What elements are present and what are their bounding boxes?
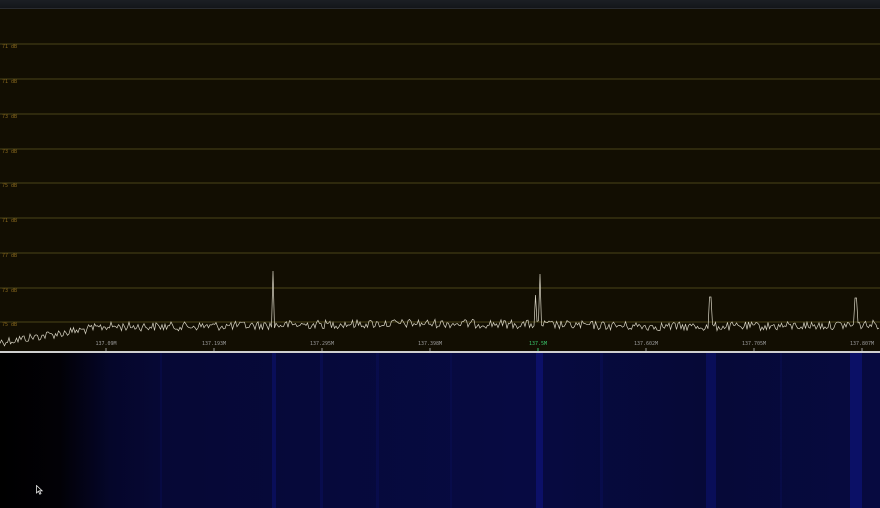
waterfall-display[interactable] [0, 353, 880, 508]
db-label: 77 dB [2, 253, 17, 259]
waterfall-signal-stripe [450, 353, 452, 508]
db-label: 75 dB [2, 183, 17, 189]
center-frequency-label: 137.5M [529, 341, 547, 347]
db-label: 73 dB [2, 149, 17, 155]
waterfall-stripes [160, 353, 862, 508]
spectrum-trace [0, 270, 880, 347]
frequency-label: 137.09M [95, 341, 116, 347]
spectrum-plot[interactable]: 71 dB 71 dB 73 dB 73 dB 75 dB 71 dB 77 d… [0, 9, 880, 352]
waterfall-signal-stripe [376, 353, 379, 508]
waterfall-signal-stripe [320, 353, 323, 508]
frequency-label: 137.193M [202, 341, 226, 347]
frequency-label: 137.602M [634, 341, 658, 347]
db-label: 73 dB [2, 114, 17, 120]
waterfall-signal-stripe [780, 353, 782, 508]
db-label: 73 dB [2, 288, 17, 294]
frequency-label: 137.705M [742, 341, 766, 347]
db-label: 71 dB [2, 218, 17, 224]
waterfall-signal-stripe [706, 353, 716, 508]
frequency-label: 137.807M [850, 341, 874, 347]
db-label: 71 dB [2, 79, 17, 85]
frequency-label: 137.295M [310, 341, 334, 347]
waterfall-signal-stripe [850, 353, 862, 508]
waterfall-signal-stripe [272, 353, 276, 508]
waterfall-signal-stripe [160, 353, 162, 508]
db-gridlines [0, 43, 880, 323]
waterfall-signal-stripe [600, 353, 603, 508]
sdr-receiver-window: 71 dB 71 dB 73 dB 73 dB 75 dB 71 dB 77 d… [0, 0, 880, 508]
db-axis-labels: 71 dB 71 dB 73 dB 73 dB 75 dB 71 dB 77 d… [2, 44, 17, 328]
waterfall-signal-stripe [536, 353, 543, 508]
top-toolbar-strip [0, 0, 880, 9]
db-label: 71 dB [2, 44, 17, 50]
frequency-label: 137.398M [418, 341, 442, 347]
spectrum-display[interactable]: 71 dB 71 dB 73 dB 73 dB 75 dB 71 dB 77 d… [0, 9, 880, 352]
db-label: 75 dB [2, 322, 17, 328]
mouse-pointer-icon [36, 485, 44, 495]
